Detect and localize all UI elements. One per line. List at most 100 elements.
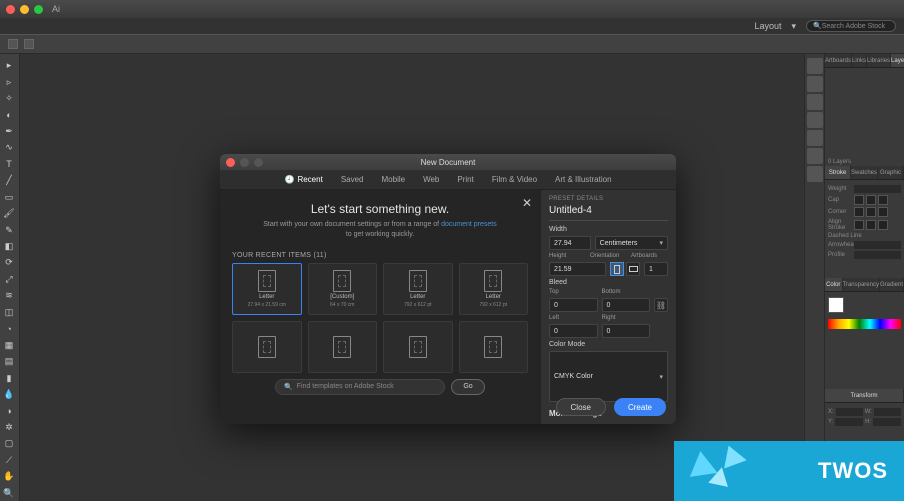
lasso-tool[interactable]: ◐	[0, 107, 18, 122]
rectangle-tool[interactable]: ▭	[0, 190, 18, 205]
orientation-portrait[interactable]	[610, 262, 624, 276]
create-button[interactable]: Create	[614, 398, 666, 416]
workspace-switcher[interactable]: Layout	[754, 21, 781, 31]
panel-icon[interactable]	[807, 94, 823, 110]
tab-transparency[interactable]: Transparency	[843, 278, 880, 291]
tab-web[interactable]: Web	[423, 175, 439, 184]
width-input[interactable]: 27.94	[549, 236, 591, 250]
corner-round[interactable]	[866, 207, 876, 217]
perspective-tool[interactable]: ▦	[0, 337, 18, 352]
window-minimize-button[interactable]	[20, 5, 29, 14]
preset-item[interactable]	[308, 321, 378, 373]
artboard-tool[interactable]: ▢	[0, 436, 18, 451]
stroke-weight-input[interactable]	[854, 185, 901, 193]
panel-icon[interactable]	[807, 112, 823, 128]
orientation-landscape[interactable]	[626, 262, 640, 276]
profile-select[interactable]	[854, 251, 901, 259]
line-tool[interactable]: ╱	[0, 173, 18, 188]
x-input[interactable]	[836, 408, 863, 416]
window-maximize-button[interactable]	[34, 5, 43, 14]
go-button[interactable]: Go	[451, 379, 485, 395]
panel-icon[interactable]	[807, 148, 823, 164]
tab-transform[interactable]: Transform	[825, 389, 904, 402]
tab-color[interactable]: Color	[825, 278, 843, 291]
tab-recent[interactable]: 🕘Recent	[284, 175, 322, 184]
preset-item[interactable]	[383, 321, 453, 373]
w-input[interactable]	[874, 408, 901, 416]
stock-search-input[interactable]: 🔍 Find templates on Adobe Stock	[275, 379, 445, 395]
gradient-tool[interactable]: ▮	[0, 370, 18, 385]
direct-selection-tool[interactable]: ▹	[0, 74, 18, 89]
corner-bevel[interactable]	[878, 207, 888, 217]
preset-item[interactable]	[459, 321, 529, 373]
preset-item[interactable]: [Custom] 64 x 70 cm	[308, 263, 378, 315]
tab-art-illustration[interactable]: Art & Illustration	[555, 175, 611, 184]
panel-icon[interactable]	[807, 166, 823, 182]
tab-print[interactable]: Print	[457, 175, 473, 184]
tab-film-video[interactable]: Film & Video	[492, 175, 537, 184]
bleed-bottom-input[interactable]: 0	[602, 298, 651, 312]
height-input[interactable]: 21.59	[549, 262, 606, 276]
symbol-sprayer-tool[interactable]: ✲	[0, 420, 18, 435]
y-input[interactable]	[835, 418, 863, 426]
selection-tool[interactable]: ▸	[0, 58, 18, 73]
hand-tool[interactable]: ✋	[0, 469, 18, 484]
tab-libraries[interactable]: Libraries	[867, 54, 891, 67]
blend-tool[interactable]: ◑	[0, 403, 18, 418]
tab-stroke[interactable]: Stroke	[825, 166, 851, 179]
close-icon[interactable]: ✕	[522, 196, 532, 210]
bleed-left-input[interactable]: 0	[549, 324, 598, 338]
panel-icon[interactable]	[807, 130, 823, 146]
tab-mobile[interactable]: Mobile	[382, 175, 406, 184]
tab-artboards[interactable]: Artboards	[825, 54, 852, 67]
brush-tool[interactable]: 🖌	[0, 206, 18, 221]
shaper-tool[interactable]: ✎	[0, 222, 18, 237]
color-mode-select[interactable]: CMYK Color	[549, 351, 668, 402]
shape-builder-tool[interactable]: ◔	[0, 321, 18, 336]
preset-item[interactable]: Letter 792 x 612 pt	[383, 263, 453, 315]
width-tool[interactable]: ≋	[0, 288, 18, 303]
tab-links[interactable]: Links	[852, 54, 867, 67]
cap-proj[interactable]	[878, 195, 888, 205]
magic-wand-tool[interactable]: ✧	[0, 91, 18, 106]
preset-item[interactable]: Letter 27.94 x 21.59 cm	[232, 263, 302, 315]
options-widget[interactable]	[24, 39, 34, 49]
tab-gradient[interactable]: Gradient	[880, 278, 904, 291]
options-widget[interactable]	[8, 39, 18, 49]
eraser-tool[interactable]: ◧	[0, 239, 18, 254]
mesh-tool[interactable]: ▤	[0, 354, 18, 369]
tab-saved[interactable]: Saved	[341, 175, 364, 184]
fill-swatch[interactable]	[828, 297, 844, 313]
eyedropper-tool[interactable]: 💧	[0, 387, 18, 402]
units-select[interactable]: Centimeters	[595, 236, 668, 250]
scale-tool[interactable]: ⤢	[0, 272, 18, 287]
link-icon[interactable]: ⛓	[654, 298, 668, 312]
dashed-line-checkbox[interactable]: Dashed Line	[828, 233, 862, 239]
tab-swatches[interactable]: Swatches	[851, 166, 878, 179]
bleed-top-input[interactable]: 0	[549, 298, 598, 312]
type-tool[interactable]: T	[0, 157, 18, 172]
document-presets-link[interactable]: document presets	[441, 221, 497, 228]
rotate-tool[interactable]: ⟳	[0, 255, 18, 270]
document-name-input[interactable]: Untitled-4	[549, 205, 668, 221]
cap-butt[interactable]	[854, 195, 864, 205]
arrowheads-input[interactable]	[854, 241, 901, 249]
curvature-tool[interactable]: ∿	[0, 140, 18, 155]
cap-round[interactable]	[866, 195, 876, 205]
free-transform-tool[interactable]: ◫	[0, 305, 18, 320]
tab-layers[interactable]: Layers	[891, 54, 904, 67]
align-inside[interactable]	[866, 220, 876, 230]
zoom-tool[interactable]: 🔍	[0, 485, 18, 500]
bleed-right-input[interactable]: 0	[602, 324, 651, 338]
color-spectrum[interactable]	[828, 319, 901, 329]
align-outside[interactable]	[878, 220, 888, 230]
tab-graphic-styles[interactable]: Graphic Styles	[878, 166, 904, 179]
preset-item[interactable]	[232, 321, 302, 373]
panel-icon[interactable]	[807, 76, 823, 92]
h-input[interactable]	[873, 418, 901, 426]
stock-search-field[interactable]: 🔍 Search Adobe Stock	[806, 20, 896, 32]
panel-icon[interactable]	[807, 58, 823, 74]
preset-item[interactable]: Letter 792 x 612 pt	[459, 263, 529, 315]
corner-miter[interactable]	[854, 207, 864, 217]
slice-tool[interactable]: ⟋	[0, 453, 18, 468]
